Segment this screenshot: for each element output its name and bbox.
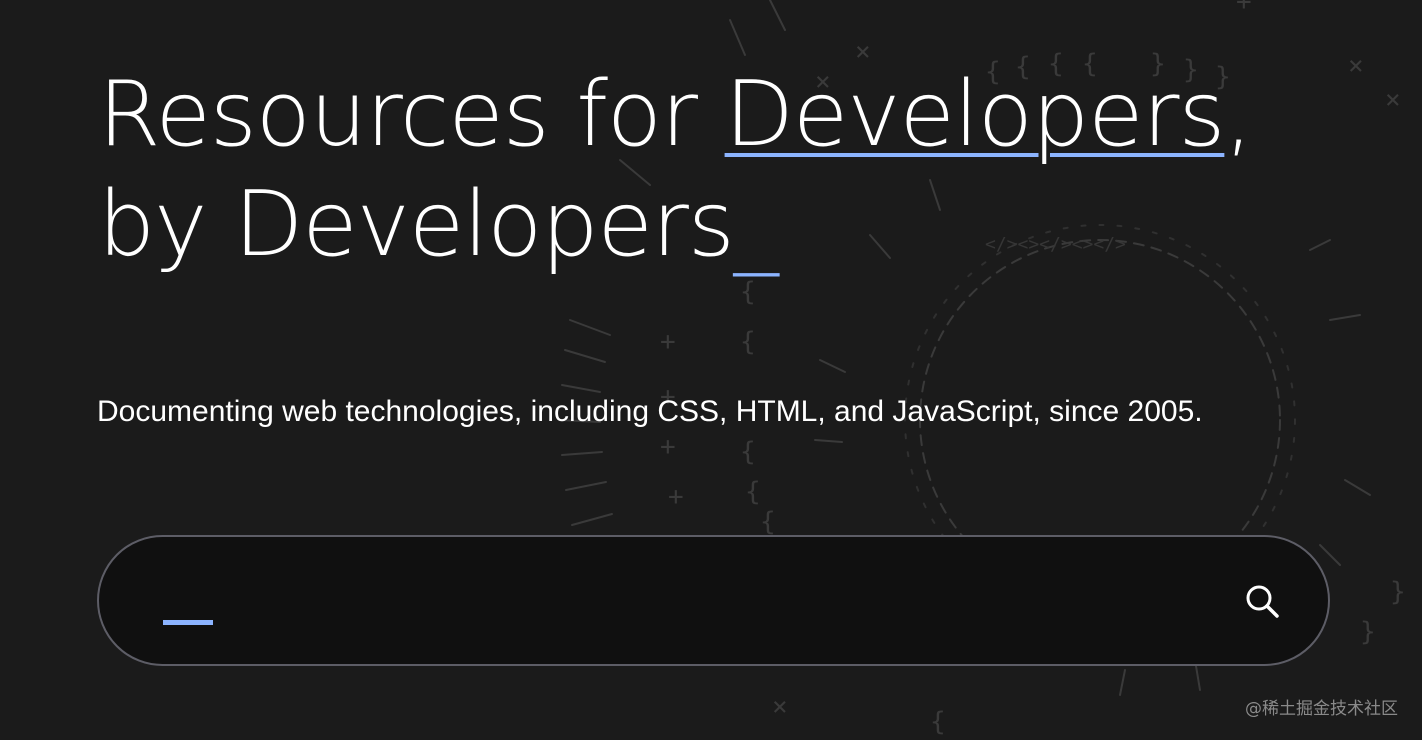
search-box bbox=[97, 535, 1330, 666]
svg-text:{: { bbox=[930, 707, 946, 737]
watermark: @稀土掘金技术社区 bbox=[1245, 699, 1398, 719]
hero-tagline: Documenting web technologies, including … bbox=[97, 395, 1203, 428]
hero-title: Resources for Developers, by Developers_ bbox=[98, 60, 1253, 280]
svg-text:{: { bbox=[760, 507, 776, 537]
svg-text:+: + bbox=[660, 432, 676, 462]
hero-title-prefix: Resources for bbox=[98, 62, 725, 167]
search-button[interactable] bbox=[1244, 583, 1280, 619]
svg-text:×: × bbox=[772, 692, 788, 722]
svg-text:{: { bbox=[740, 327, 756, 357]
svg-text:×: × bbox=[1385, 85, 1401, 115]
svg-text:×: × bbox=[1348, 51, 1364, 81]
svg-text:}: } bbox=[1390, 577, 1406, 607]
svg-text:}: } bbox=[1360, 617, 1376, 647]
developers-link[interactable]: Developers bbox=[725, 62, 1226, 167]
svg-text:{: { bbox=[740, 437, 756, 467]
search-icon bbox=[1246, 585, 1279, 618]
search-cursor bbox=[163, 620, 213, 625]
search-input[interactable] bbox=[159, 567, 1203, 639]
hero-title-line2: by Developers bbox=[98, 172, 735, 277]
svg-text:{: { bbox=[740, 277, 756, 307]
svg-text:{: { bbox=[745, 477, 761, 507]
hero-title-comma: , bbox=[1224, 62, 1253, 167]
svg-text:+: + bbox=[1236, 0, 1252, 17]
svg-text:+: + bbox=[668, 482, 684, 512]
svg-text:+: + bbox=[660, 327, 676, 357]
title-cursor: _ bbox=[733, 172, 779, 277]
